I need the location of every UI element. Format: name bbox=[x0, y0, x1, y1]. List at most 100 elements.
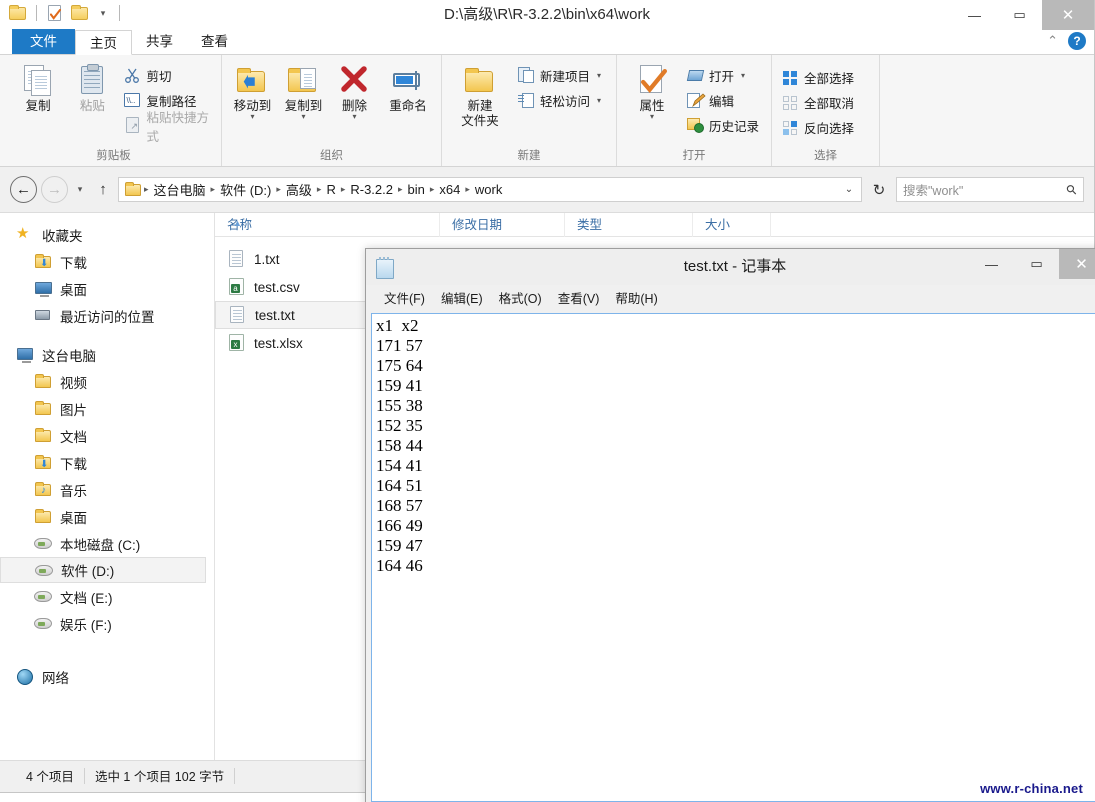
breadcrumb[interactable]: ▸ 这台电脑 ▸ 软件 (D:) ▸ 高级 ▸ R ▸ R-3.2.2 ▸ bi… bbox=[118, 177, 862, 202]
copy-to-button[interactable]: 复制到 ▾ bbox=[279, 59, 328, 121]
open-button[interactable]: 打开 ▾ bbox=[683, 65, 763, 86]
refresh-button[interactable]: ↻ bbox=[866, 177, 892, 202]
sidebar-item-downloads-fav[interactable]: ⬇ 下载 bbox=[0, 248, 214, 275]
copy-to-caret-icon[interactable]: ▾ bbox=[301, 113, 305, 121]
select-none-button[interactable]: 全部取消 bbox=[778, 92, 858, 113]
back-button[interactable]: ← bbox=[10, 176, 37, 203]
select-all-button[interactable]: 全部选择 bbox=[778, 67, 858, 88]
paste-shortcut-button[interactable]: ↗ 粘贴快捷方式 bbox=[120, 111, 215, 144]
minimize-button[interactable]: — bbox=[952, 0, 997, 30]
edit-button[interactable]: 编辑 bbox=[683, 90, 763, 111]
address-bar: ← → ▾ ↑ ▸ 这台电脑 ▸ 软件 (D:) ▸ 高级 ▸ R ▸ R-3.… bbox=[0, 167, 1094, 212]
explorer-title: D:\高级\R\R-3.2.2\bin\x64\work bbox=[444, 6, 650, 23]
column-header-type[interactable]: 类型 bbox=[565, 212, 693, 237]
forward-button[interactable]: → bbox=[41, 176, 68, 203]
menu-file[interactable]: 文件(F) bbox=[376, 286, 433, 309]
nav-header-this-pc[interactable]: 这台电脑 bbox=[0, 341, 214, 368]
up-button[interactable]: ↑ bbox=[92, 181, 114, 198]
properties-icon bbox=[635, 63, 669, 97]
move-to-caret-icon[interactable]: ▾ bbox=[250, 113, 254, 121]
easy-access-icon bbox=[518, 92, 535, 109]
nav-header-network[interactable]: 网络 bbox=[0, 663, 214, 690]
file-name: test.csv bbox=[254, 279, 300, 295]
sidebar-item-drive-f[interactable]: 娱乐 (F:) bbox=[0, 610, 214, 637]
easy-access-button[interactable]: 轻松访问 ▾ bbox=[514, 90, 605, 111]
sidebar-item-videos[interactable]: 视频 bbox=[0, 368, 214, 395]
breadcrumb-item-1[interactable]: 软件 (D:) bbox=[216, 180, 275, 199]
search-input[interactable]: 搜索"work" bbox=[903, 180, 1067, 199]
delete-button[interactable]: 删除 ▾ bbox=[330, 59, 379, 121]
copy-button[interactable]: 复制 bbox=[12, 59, 64, 114]
tab-home[interactable]: 主页 bbox=[75, 30, 132, 55]
menu-format[interactable]: 格式(O) bbox=[491, 286, 550, 309]
nav-header-favorites[interactable]: ★ 收藏夹 bbox=[0, 221, 214, 248]
notepad-window: test.txt - 记事本 — ▭ ✕ 文件(F) 编辑(E) 格式(O) 查… bbox=[365, 248, 1095, 802]
breadcrumb-item-2[interactable]: 高级 bbox=[282, 180, 316, 199]
sidebar-item-downloads[interactable]: ⬇ 下载 bbox=[0, 449, 214, 476]
ribbon: 复制 粘贴 剪切 \\.. 复制路径 ↗ 粘贴快捷方式 剪贴板 移动到 ▾ 复制… bbox=[0, 55, 1094, 167]
tab-file[interactable]: 文件 bbox=[12, 29, 75, 54]
delete-caret-icon[interactable]: ▾ bbox=[352, 113, 356, 121]
sidebar-item-drive-e[interactable]: 文档 (E:) bbox=[0, 583, 214, 610]
search-box[interactable]: 搜索"work" ⚲ bbox=[896, 177, 1084, 202]
breadcrumb-item-5[interactable]: bin bbox=[404, 182, 429, 197]
properties-caret-icon[interactable]: ▾ bbox=[650, 113, 654, 121]
tab-view[interactable]: 查看 bbox=[187, 29, 242, 54]
minimize-button[interactable]: — bbox=[969, 249, 1014, 279]
maximize-button[interactable]: ▭ bbox=[1014, 249, 1059, 279]
paste-button[interactable]: 粘贴 bbox=[66, 59, 118, 114]
videos-folder-icon bbox=[34, 373, 52, 390]
ribbon-group-organize: 移动到 ▾ 复制到 ▾ 删除 ▾ 重命名 组织 bbox=[221, 55, 441, 166]
sidebar-item-desktop[interactable]: 桌面 bbox=[0, 503, 214, 530]
close-button[interactable]: ✕ bbox=[1059, 249, 1095, 279]
sidebar-item-music[interactable]: ♪ 音乐 bbox=[0, 476, 214, 503]
move-to-button[interactable]: 移动到 ▾ bbox=[228, 59, 277, 121]
sidebar-item-drive-d[interactable]: 软件 (D:) bbox=[0, 557, 206, 583]
edit-icon bbox=[687, 92, 706, 109]
copy-label: 复制 bbox=[25, 99, 51, 113]
help-icon[interactable]: ? bbox=[1068, 32, 1086, 50]
breadcrumb-item-3[interactable]: R bbox=[322, 182, 339, 197]
menu-edit[interactable]: 编辑(E) bbox=[433, 286, 491, 309]
sidebar-item-recent-places[interactable]: 最近访问的位置 bbox=[0, 302, 214, 329]
column-header-date[interactable]: 修改日期 bbox=[440, 212, 565, 237]
ribbon-group-empty bbox=[879, 55, 1094, 166]
easy-access-caret-icon[interactable]: ▾ bbox=[597, 96, 601, 105]
cut-button[interactable]: 剪切 bbox=[120, 65, 215, 86]
sidebar-item-desktop-fav[interactable]: 桌面 bbox=[0, 275, 214, 302]
invert-selection-button[interactable]: 反向选择 bbox=[778, 117, 858, 138]
breadcrumb-item-0[interactable]: 这台电脑 bbox=[150, 180, 210, 199]
maximize-button[interactable]: ▭ bbox=[997, 0, 1042, 30]
column-header-name[interactable]: ▲ 名称 bbox=[215, 212, 440, 237]
tab-share[interactable]: 共享 bbox=[132, 29, 187, 54]
breadcrumb-dropdown-icon[interactable]: ⌄ bbox=[839, 184, 859, 195]
properties-button[interactable]: 属性 ▾ bbox=[623, 59, 681, 121]
sidebar-item-pictures[interactable]: 图片 bbox=[0, 395, 214, 422]
ribbon-group-new: 新建 文件夹 新建项目 ▾ 轻松访问 ▾ 新建 bbox=[441, 55, 616, 166]
drive-icon bbox=[34, 615, 52, 632]
notepad-text-area[interactable]: x1 x2 171 57 175 64 159 41 155 38 152 35… bbox=[371, 313, 1095, 802]
open-caret-icon[interactable]: ▾ bbox=[741, 71, 745, 80]
select-all-icon bbox=[782, 69, 799, 86]
breadcrumb-item-7[interactable]: work bbox=[471, 182, 506, 197]
drive-icon bbox=[35, 562, 53, 579]
new-item-caret-icon[interactable]: ▾ bbox=[597, 71, 601, 80]
sidebar-item-documents[interactable]: 文档 bbox=[0, 422, 214, 449]
notepad-content[interactable]: x1 x2 171 57 175 64 159 41 155 38 152 35… bbox=[372, 314, 1095, 578]
column-header-size[interactable]: 大小 bbox=[693, 212, 771, 237]
new-item-button[interactable]: 新建项目 ▾ bbox=[514, 65, 605, 86]
collapse-ribbon-icon[interactable]: ⌃ bbox=[1047, 33, 1058, 49]
recent-locations-icon[interactable]: ▾ bbox=[72, 184, 88, 195]
new-folder-button[interactable]: 新建 文件夹 bbox=[448, 59, 512, 129]
rename-button[interactable]: 重命名 bbox=[381, 59, 435, 114]
sidebar-item-drive-c[interactable]: 本地磁盘 (C:) bbox=[0, 530, 214, 557]
csv-file-icon bbox=[227, 277, 246, 297]
menu-help[interactable]: 帮助(H) bbox=[607, 286, 665, 309]
close-button[interactable]: ✕ bbox=[1042, 0, 1094, 30]
breadcrumb-item-4[interactable]: R-3.2.2 bbox=[346, 182, 397, 197]
pictures-folder-icon bbox=[34, 400, 52, 417]
history-button[interactable]: 历史记录 bbox=[683, 115, 763, 136]
breadcrumb-item-6[interactable]: x64 bbox=[435, 182, 464, 197]
menu-view[interactable]: 查看(V) bbox=[550, 286, 608, 309]
sidebar-label: 本地磁盘 (C:) bbox=[60, 537, 141, 553]
